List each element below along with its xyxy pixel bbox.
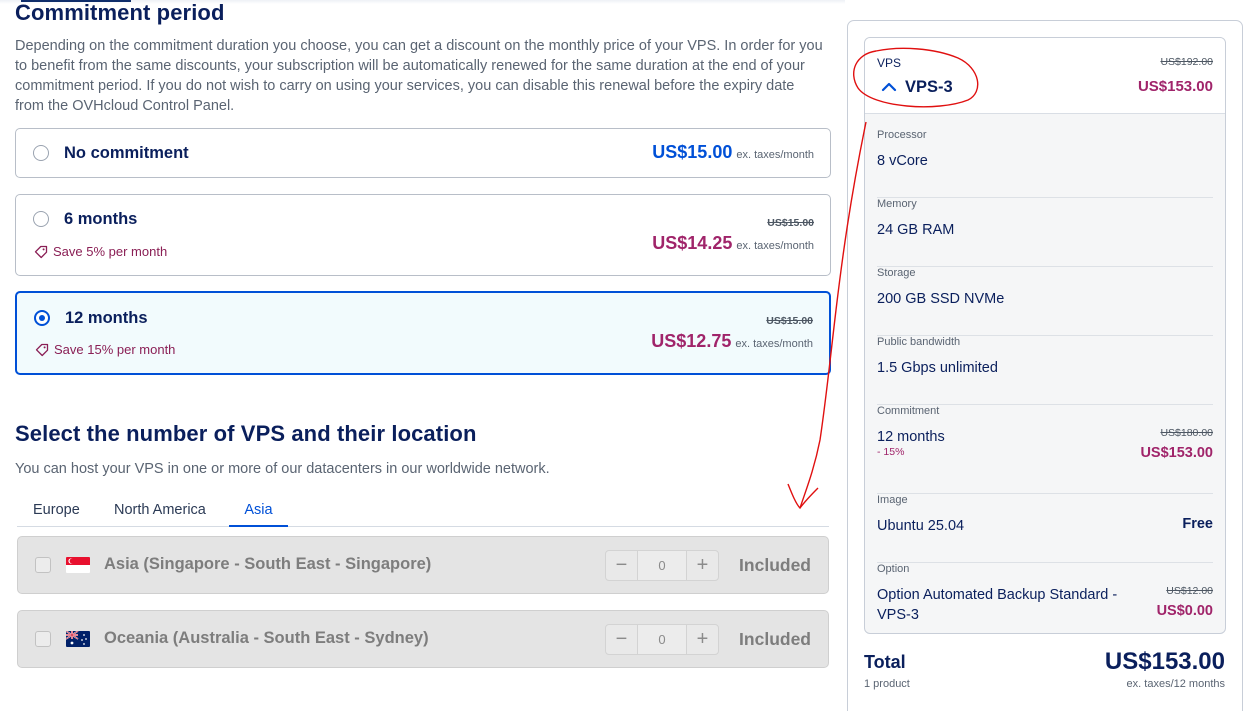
- item-value: 1.5 Gbps unlimited: [877, 360, 998, 376]
- item-label: Memory: [877, 198, 917, 210]
- main-content: Commitment period Depending on the commi…: [0, 0, 845, 711]
- order-summary-card: VPS VPS-3 US$192.00 US$153.00 Processor …: [864, 37, 1226, 634]
- price: US$14.25: [652, 233, 733, 253]
- savings-text: Save 15% per month: [54, 342, 176, 357]
- decrement-button[interactable]: −: [606, 625, 637, 654]
- item-price: Free: [1182, 516, 1213, 532]
- savings-text: Save 5% per month: [53, 244, 168, 259]
- total-price-unit: ex. taxes/12 months: [1126, 678, 1225, 690]
- summary-item-processor: Processor 8 vCore: [877, 129, 1213, 198]
- item-old-price: US$180.00: [1160, 427, 1213, 439]
- product-category: VPS: [877, 56, 902, 70]
- region-tabs: Europe North America Asia: [17, 498, 829, 527]
- item-value: 200 GB SSD NVMe: [877, 291, 1005, 307]
- tab-asia[interactable]: Asia: [229, 502, 288, 527]
- product-old-price: US$192.00: [1160, 56, 1213, 68]
- item-label: Storage: [877, 267, 916, 279]
- item-label: Processor: [877, 129, 927, 141]
- item-value: 24 GB RAM: [877, 222, 955, 238]
- item-value: Ubuntu 25.04: [877, 518, 965, 534]
- product-name: VPS-3: [905, 78, 953, 96]
- summary-product-header[interactable]: VPS VPS-3 US$192.00 US$153.00: [865, 38, 1225, 114]
- location-label: Asia (Singapore - South East - Singapore…: [104, 555, 432, 573]
- savings-label: Save 15% per month: [35, 342, 175, 357]
- item-value-line1: Option Automated Backup Standard -: [877, 587, 1118, 603]
- tab-north-america[interactable]: North America: [112, 502, 208, 518]
- total-product-count: 1 product: [864, 678, 910, 690]
- quantity-input[interactable]: 0: [637, 625, 687, 654]
- radio-button[interactable]: [33, 145, 49, 161]
- tab-europe[interactable]: Europe: [31, 502, 82, 518]
- item-label: Public bandwidth: [877, 336, 961, 348]
- commitment-option-12-months[interactable]: 12 months Save 15% per month US$15.00 US…: [15, 291, 831, 375]
- plan-label: 6 months: [64, 210, 138, 228]
- price: US$12.75: [651, 331, 732, 351]
- item-price: US$153.00: [1140, 445, 1213, 461]
- item-value-line2: VPS-3: [877, 607, 919, 623]
- commitment-title: Commitment period: [15, 0, 225, 25]
- increment-button[interactable]: +: [687, 551, 718, 580]
- radio-button[interactable]: [33, 211, 49, 227]
- price-row: US$15.00 ex. taxes/month: [652, 142, 814, 163]
- location-row-sydney: Oceania (Australia - South East - Sydney…: [17, 610, 829, 668]
- item-label: Image: [877, 494, 908, 506]
- total-label: Total: [864, 652, 906, 672]
- tag-icon: [34, 245, 48, 258]
- item-old-price: US$12.00: [1166, 585, 1213, 597]
- product-price: US$153.00: [1137, 78, 1213, 95]
- price-unit: ex. taxes/month: [736, 240, 814, 252]
- location-row-singapore: Asia (Singapore - South East - Singapore…: [17, 536, 829, 594]
- plan-label: 12 months: [65, 309, 148, 327]
- old-price: US$15.00: [767, 217, 814, 229]
- price-row: US$12.75 ex. taxes/month: [651, 331, 813, 352]
- increment-button[interactable]: +: [687, 625, 718, 654]
- price-unit: ex. taxes/month: [735, 338, 813, 350]
- plan-label: No commitment: [64, 144, 189, 162]
- commitment-description: Depending on the commitment duration you…: [15, 38, 823, 114]
- item-price: US$0.00: [1156, 603, 1213, 619]
- location-label: Oceania (Australia - South East - Sydney…: [104, 629, 429, 647]
- item-value: 8 vCore: [877, 153, 928, 169]
- item-label: Commitment: [877, 405, 940, 417]
- savings-label: Save 5% per month: [34, 244, 167, 259]
- chevron-up-icon[interactable]: [881, 80, 897, 94]
- commitment-option-6-months[interactable]: 6 months Save 5% per month US$15.00 US$1…: [15, 194, 831, 276]
- summary-item-bandwidth: Public bandwidth 1.5 Gbps unlimited: [877, 336, 1213, 405]
- summary-item-memory: Memory 24 GB RAM: [877, 198, 1213, 267]
- location-checkbox[interactable]: [35, 631, 51, 647]
- quantity-input[interactable]: 0: [637, 551, 687, 580]
- decrement-button[interactable]: −: [606, 551, 637, 580]
- quantity-stepper: − 0 +: [605, 550, 719, 581]
- total-price: US$153.00: [1104, 648, 1225, 675]
- location-checkbox[interactable]: [35, 557, 51, 573]
- price: US$15.00: [652, 142, 733, 162]
- summary-item-storage: Storage 200 GB SSD NVMe: [877, 267, 1213, 336]
- commitment-option-none[interactable]: No commitment US$15.00 ex. taxes/month: [15, 128, 831, 178]
- item-discount: - 15%: [877, 446, 905, 458]
- included-label: Included: [739, 555, 811, 575]
- quantity-stepper: − 0 +: [605, 624, 719, 655]
- location-title: Select the number of VPS and their locat…: [15, 421, 477, 446]
- old-price: US$15.00: [766, 315, 813, 327]
- item-label: Option: [877, 563, 910, 575]
- included-label: Included: [739, 629, 811, 649]
- location-description: You can host your VPS in one or more of …: [15, 461, 550, 477]
- price-unit: ex. taxes/month: [736, 149, 814, 161]
- tag-icon: [35, 343, 49, 356]
- singapore-flag-icon: [66, 557, 90, 573]
- item-value: 12 months: [877, 429, 945, 445]
- summary-item-image: Image Ubuntu 25.04 Free: [877, 494, 1213, 563]
- australia-flag-icon: [66, 631, 90, 647]
- summary-item-option: Option Option Automated Backup Standard …: [877, 563, 1213, 633]
- summary-item-commitment: Commitment 12 months - 15% US$180.00 US$…: [877, 405, 1213, 494]
- radio-button-selected[interactable]: [34, 310, 50, 326]
- price-row: US$14.25 ex. taxes/month: [652, 233, 814, 254]
